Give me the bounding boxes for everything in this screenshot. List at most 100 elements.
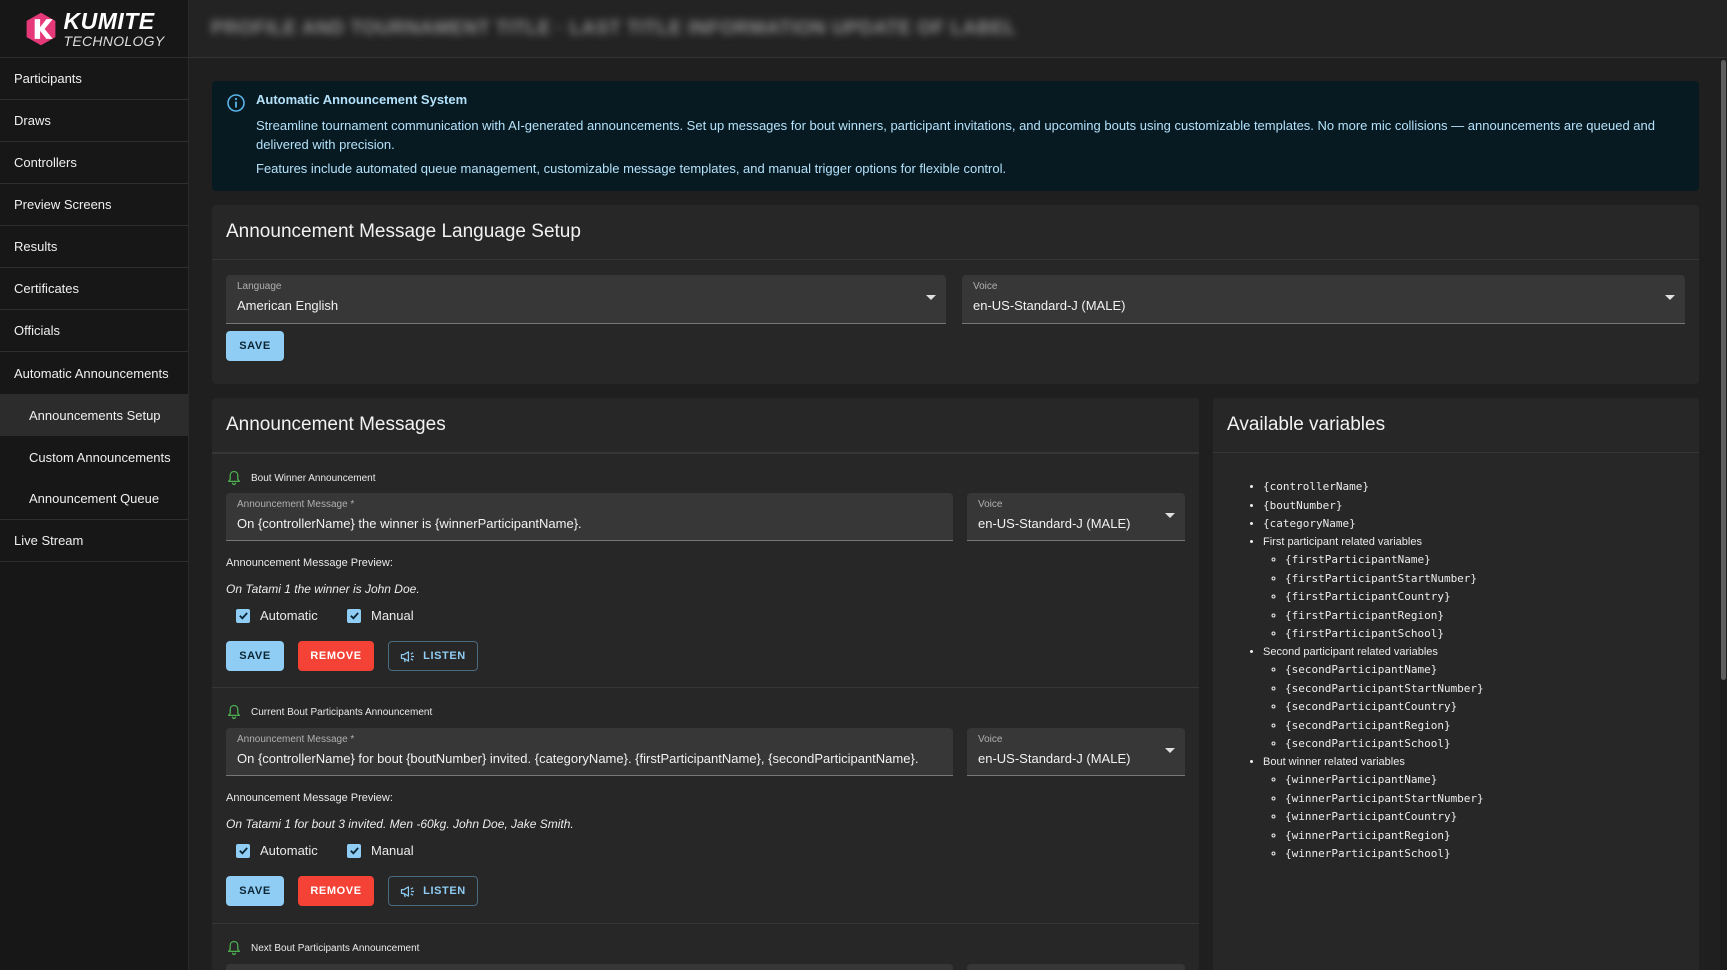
announcement-message-input[interactable]: Announcement Message * On {controllerNam… xyxy=(226,728,953,776)
voice-select[interactable]: Voice en-US-Standard-J (MALE) xyxy=(962,275,1685,324)
list-item: Second participant related variables {se… xyxy=(1263,644,1484,754)
list-item: {firstParticipantStartNumber} xyxy=(1285,570,1484,589)
preview-text: On Tatami 1 the winner is John Doe. xyxy=(226,582,420,596)
info-description: Streamline tournament communication with… xyxy=(256,118,1655,152)
sidebar-item-announcement-queue[interactable]: Announcement Queue xyxy=(0,478,188,520)
check-icon xyxy=(236,843,250,858)
remove-button[interactable]: REMOVE xyxy=(298,641,374,671)
announcement-voice-select[interactable]: Voice en-US-Standard-J (MALE) xyxy=(967,493,1185,541)
language-setup-card: Announcement Message Language Setup Lang… xyxy=(212,205,1699,384)
announcement-item-current-bout: Current Bout Participants Announcement A… xyxy=(212,687,1199,923)
listen-label: LISTEN xyxy=(423,650,466,662)
language-select[interactable]: Language American English xyxy=(226,275,946,324)
voice-select-value: en-US-Standard-J (MALE) xyxy=(973,298,1126,313)
list-item: {secondParticipantRegion} xyxy=(1285,717,1484,736)
list-item: {secondParticipantSchool} xyxy=(1285,735,1484,754)
listen-button[interactable]: LISTEN xyxy=(388,876,478,906)
automatic-checkbox[interactable]: Automatic xyxy=(236,608,318,623)
announcement-message-label: Announcement Message * xyxy=(237,499,355,510)
manual-label: Manual xyxy=(371,843,414,858)
announcement-voice-value: en-US-Standard-J (MALE) xyxy=(978,516,1131,531)
save-button[interactable]: SAVE xyxy=(226,876,284,906)
announcement-message-input[interactable] xyxy=(226,964,953,970)
announcement-message-value: On {controllerName} for bout {boutNumber… xyxy=(237,751,919,766)
list-item: Bout winner related variables {winnerPar… xyxy=(1263,754,1484,864)
sidebar-item-participants[interactable]: Participants xyxy=(0,58,188,100)
sidebar-item-controllers[interactable]: Controllers xyxy=(0,142,188,184)
automatic-label: Automatic xyxy=(260,608,318,623)
sidebar-item-certificates[interactable]: Certificates xyxy=(0,268,188,310)
language-select-value: American English xyxy=(237,298,339,313)
list-item: {boutNumber} xyxy=(1263,497,1484,516)
sidebar-item-announcements-setup[interactable]: Announcements Setup xyxy=(0,394,188,436)
megaphone-icon xyxy=(401,650,415,662)
check-icon xyxy=(347,608,361,623)
dropdown-caret-icon xyxy=(926,295,936,300)
manual-label: Manual xyxy=(371,608,414,623)
available-variables-card: Available variables {controllerName} {bo… xyxy=(1213,398,1699,970)
announcement-voice-select[interactable]: Voice en-US-Standard-J (MALE) xyxy=(967,728,1185,776)
sidebar-item-custom-announcements[interactable]: Custom Announcements xyxy=(0,436,188,478)
dropdown-caret-icon xyxy=(1165,513,1175,518)
list-item: {winnerParticipantRegion} xyxy=(1285,827,1484,846)
bell-icon xyxy=(227,940,241,956)
list-item: {winnerParticipantName} xyxy=(1285,771,1484,790)
info-title: Automatic Announcement System xyxy=(256,92,468,107)
list-item: {controllerName} xyxy=(1263,478,1484,497)
announcement-messages-title: Announcement Messages xyxy=(212,398,1199,453)
scrollbar-thumb[interactable] xyxy=(1721,60,1726,680)
announcement-heading: Bout Winner Announcement xyxy=(251,472,376,484)
sidebar: KUMITE TECHNOLOGY Participants Draws Con… xyxy=(0,0,189,970)
check-icon xyxy=(236,608,250,623)
announcement-voice-select[interactable] xyxy=(967,964,1185,970)
variable-group-label: Second participant related variables xyxy=(1263,645,1438,658)
list-item: {winnerParticipantCountry} xyxy=(1285,808,1484,827)
list-item: {firstParticipantCountry} xyxy=(1285,588,1484,607)
language-setup-title: Announcement Message Language Setup xyxy=(212,205,1699,260)
logo[interactable]: KUMITE TECHNOLOGY xyxy=(0,0,188,58)
list-item: {firstParticipantSchool} xyxy=(1285,625,1484,644)
top-bar: PROFILE AND TOURNAMENT TITLE · LAST TITL… xyxy=(189,0,1727,58)
voice-select-label: Voice xyxy=(973,281,998,292)
announcement-message-input[interactable]: Announcement Message * On {controllerNam… xyxy=(226,493,953,541)
sidebar-item-automatic-announcements[interactable]: Automatic Announcements xyxy=(0,352,188,394)
list-item: {winnerParticipantSchool} xyxy=(1285,845,1484,864)
list-item: First participant related variables {fir… xyxy=(1263,534,1484,644)
manual-checkbox[interactable]: Manual xyxy=(347,608,414,623)
announcement-heading: Next Bout Participants Announcement xyxy=(251,942,420,954)
bell-icon xyxy=(227,470,241,486)
variable-group-label: First participant related variables xyxy=(1263,535,1422,548)
info-features: Features include automated queue managem… xyxy=(256,161,1007,176)
variables-list: {controllerName} {boutNumber} {categoryN… xyxy=(1249,478,1484,864)
announcement-voice-label: Voice xyxy=(978,734,1003,745)
dropdown-caret-icon xyxy=(1665,295,1675,300)
language-save-button[interactable]: SAVE xyxy=(226,331,284,361)
save-button[interactable]: SAVE xyxy=(226,641,284,671)
page-title: PROFILE AND TOURNAMENT TITLE · LAST TITL… xyxy=(211,17,1017,39)
sidebar-item-results[interactable]: Results xyxy=(0,226,188,268)
language-select-label: Language xyxy=(237,281,282,292)
sidebar-item-preview-screens[interactable]: Preview Screens xyxy=(0,184,188,226)
info-icon xyxy=(227,94,245,112)
list-item: {firstParticipantName} xyxy=(1285,551,1484,570)
list-item: {firstParticipantRegion} xyxy=(1285,607,1484,626)
list-item: {secondParticipantName} xyxy=(1285,661,1484,680)
automatic-checkbox[interactable]: Automatic xyxy=(236,843,318,858)
announcement-item-bout-winner: Bout Winner Announcement Announcement Me… xyxy=(212,453,1199,687)
sidebar-item-draws[interactable]: Draws xyxy=(0,100,188,142)
preview-label: Announcement Message Preview: xyxy=(226,792,393,804)
preview-text: On Tatami 1 for bout 3 invited. Men -60k… xyxy=(226,817,574,831)
remove-button[interactable]: REMOVE xyxy=(298,876,374,906)
announcement-voice-value: en-US-Standard-J (MALE) xyxy=(978,751,1131,766)
preview-label: Announcement Message Preview: xyxy=(226,557,393,569)
sidebar-item-live-stream[interactable]: Live Stream xyxy=(0,520,188,562)
bell-icon xyxy=(227,704,241,720)
automatic-label: Automatic xyxy=(260,843,318,858)
listen-button[interactable]: LISTEN xyxy=(388,641,478,671)
manual-checkbox[interactable]: Manual xyxy=(347,843,414,858)
list-item: {secondParticipantStartNumber} xyxy=(1285,680,1484,699)
page-scrollbar[interactable] xyxy=(1720,58,1727,970)
variable-group-label: Bout winner related variables xyxy=(1263,755,1405,768)
announcement-message-value: On {controllerName} the winner is {winne… xyxy=(237,516,582,531)
sidebar-item-officials[interactable]: Officials xyxy=(0,310,188,352)
